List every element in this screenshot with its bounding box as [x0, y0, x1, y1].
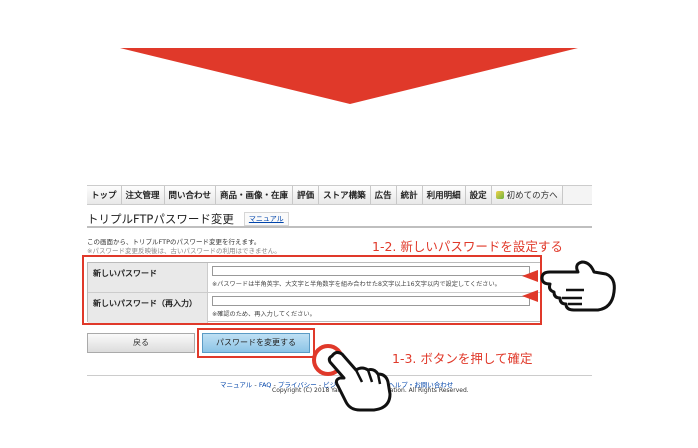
fields-highlight-box [82, 255, 542, 325]
nav-item-first-timer[interactable]: 初めての方へ [491, 186, 563, 204]
intro-line-1: この画面から、トリプルFTPのパスワード変更を行えます。 [87, 238, 261, 246]
nav-item-ads[interactable]: 広告 [370, 186, 397, 204]
nav-item-top[interactable]: トップ [87, 186, 122, 204]
nav-item-settings[interactable]: 設定 [465, 186, 492, 204]
footer-link-manual[interactable]: マニュアル [220, 381, 252, 389]
page-header: トリプルFTPパスワード変更 マニュアル [87, 212, 592, 228]
nav-item-billing[interactable]: 利用明細 [422, 186, 466, 204]
page-title: トリプルFTPパスワード変更 [87, 212, 234, 226]
intro-text: この画面から、トリプルFTPのパスワード変更を行えます。 ※パスワード変更反映後… [87, 238, 281, 256]
first-timer-label: 初めての方へ [506, 191, 558, 201]
pointing-hand-icon [540, 260, 616, 312]
beginner-leaf-icon [495, 191, 504, 199]
down-arrow-icon [120, 48, 578, 104]
pointing-hand-icon [327, 350, 392, 412]
pointer-arrow-icon [522, 270, 538, 302]
top-navigation: トップ 注文管理 問い合わせ 商品・画像・在庫 評価 ストア構築 広告 統計 利… [87, 185, 592, 205]
nav-item-stats[interactable]: 統計 [396, 186, 423, 204]
step-3-annotation: 1-3. ボタンを押して確定 [392, 351, 533, 366]
footer-link-faq[interactable]: FAQ [259, 381, 272, 389]
manual-link[interactable]: マニュアル [243, 212, 289, 226]
nav-item-orders[interactable]: 注文管理 [121, 186, 165, 204]
button-highlight-box [197, 328, 315, 358]
nav-item-products[interactable]: 商品・画像・在庫 [216, 186, 294, 204]
step-2-annotation: 1-2. 新しいパスワードを設定する [372, 239, 563, 254]
nav-item-inquiries[interactable]: 問い合わせ [164, 186, 217, 204]
nav-item-reviews[interactable]: 評価 [293, 186, 320, 204]
nav-item-store-build[interactable]: ストア構築 [319, 186, 371, 204]
back-button[interactable]: 戻る [87, 333, 195, 353]
